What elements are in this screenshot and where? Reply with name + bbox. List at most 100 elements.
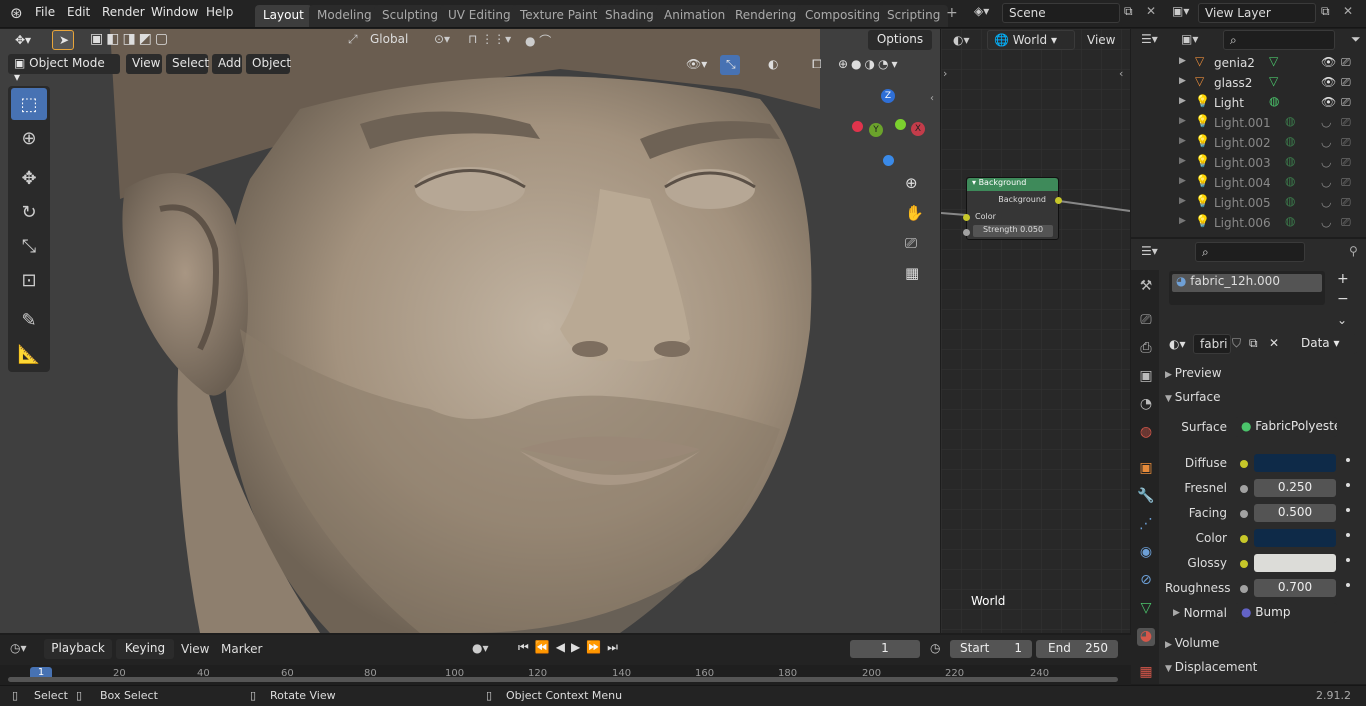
remove-slot-button[interactable]: − <box>1337 291 1349 307</box>
physics-tab-icon[interactable]: ◉ <box>1137 544 1155 562</box>
tab-uv-editing[interactable]: UV Editing <box>440 5 519 27</box>
filter-icon[interactable]: ⏷ <box>1351 32 1361 47</box>
outliner-row[interactable]: ▶ 💡 Light.002 ◍ ◡ ⎚ <box>1131 133 1366 153</box>
object-tab-icon[interactable]: ▣ <box>1137 460 1155 478</box>
shading-modes-icon[interactable]: ⊕●◑◔▾ <box>838 57 901 71</box>
display-mode-icon[interactable]: ▣▾ <box>1181 32 1198 46</box>
tab-shading[interactable]: Shading <box>597 5 662 27</box>
editor-type-button[interactable]: ✥▾ <box>6 31 40 51</box>
facing-socket-icon[interactable] <box>1240 510 1248 518</box>
start-frame-field[interactable]: Start 1 <box>950 640 1032 658</box>
menu-select[interactable]: Select <box>166 54 209 74</box>
outliner-row[interactable]: ▶ ▽ glass2 ▽ 👁 ⎚ <box>1131 73 1366 93</box>
outliner[interactable]: ☰▾ ▣▾ ⌕ ⏷ ▶ ▽ genia2 ▽ 👁 ⎚ ▶ ▽ glass2 ▽ … <box>1131 29 1366 237</box>
expand-icon[interactable]: ▶ <box>1179 96 1186 106</box>
background-node-header[interactable]: ▾ Background <box>967 178 1058 191</box>
outliner-type-icon[interactable]: ☰▾ <box>1141 32 1158 46</box>
rotate-tool-icon[interactable]: ↻ <box>11 196 47 228</box>
timeline-view-menu[interactable]: View <box>181 642 209 656</box>
visibility-eye-icon[interactable]: 👁 <box>1321 55 1336 69</box>
tab-layout[interactable]: Layout <box>255 5 312 27</box>
close-view-layer-icon[interactable]: ✕ <box>1343 4 1353 18</box>
timeline-type-icon[interactable]: ◷▾ <box>10 641 27 655</box>
proportional-edit-icon[interactable]: ● ⌒ <box>525 32 551 49</box>
keying-menu[interactable]: Keying <box>116 639 174 659</box>
displacement-panel-header[interactable]: ▼ Displacement <box>1165 660 1361 680</box>
overlays-icon[interactable]: ◐ <box>768 57 778 71</box>
expand-icon[interactable]: ▶ <box>1179 216 1186 226</box>
menu-object[interactable]: Object <box>246 54 291 74</box>
hidden-eye-icon[interactable]: ◡ <box>1321 155 1331 169</box>
normal-input-button[interactable]: ● Bump <box>1235 603 1337 623</box>
node-editor[interactable]: ◐▾ 🌐 World ▾ View › ‹ ▾ Background Backg… <box>941 29 1130 633</box>
render-disabled-icon[interactable]: ⎚ <box>1341 155 1351 170</box>
timeline-scrollbar[interactable] <box>8 677 1118 682</box>
expand-icon[interactable]: ▶ <box>1179 76 1186 86</box>
render-disabled-icon[interactable]: ⎚ <box>1341 115 1351 130</box>
hidden-eye-icon[interactable]: ◡ <box>1321 135 1331 149</box>
axis-neg-y-icon[interactable] <box>895 119 906 130</box>
render-disabled-icon[interactable]: ⎚ <box>1341 215 1351 230</box>
axis-y-icon[interactable]: Y <box>869 123 883 137</box>
outliner-row[interactable]: ▶ 💡 Light.003 ◍ ◡ ⎚ <box>1131 153 1366 173</box>
preview-panel-header[interactable]: ▶ Preview <box>1165 366 1361 386</box>
playback-menu[interactable]: Playback <box>44 639 112 659</box>
render-camera-icon[interactable]: ⎚ <box>1341 55 1351 70</box>
axis-z-icon[interactable]: Z <box>881 89 895 103</box>
record-icon[interactable]: ●▾ <box>472 641 489 655</box>
expand-icon[interactable]: ▶ <box>1179 176 1186 186</box>
axis-neg-x-icon[interactable] <box>852 121 863 132</box>
world-tab-icon[interactable]: ◍ <box>1137 424 1155 442</box>
roughness-socket-icon[interactable] <box>1240 585 1248 593</box>
diffuse-color-swatch[interactable] <box>1254 454 1336 472</box>
end-frame-field[interactable]: End 250 <box>1036 640 1118 658</box>
fresnel-socket-icon[interactable] <box>1240 485 1248 493</box>
key-dot[interactable] <box>1346 508 1350 512</box>
axis-x-icon[interactable]: X <box>911 122 925 136</box>
menu-help[interactable]: Help <box>206 5 233 19</box>
outliner-row[interactable]: ▶ 💡 Light ◍ 👁 ⎚ <box>1131 93 1366 113</box>
duplicate-material-icon[interactable]: ⧉ <box>1249 336 1258 351</box>
material-slot-list[interactable]: ◕ fabric_12h.000 <box>1169 271 1325 305</box>
playback-controls-icon[interactable]: ⏮⏪◀▶⏩⏭ <box>518 640 624 655</box>
pan-hand-icon[interactable]: ✋ <box>905 204 924 222</box>
close-scene-icon[interactable]: ✕ <box>1146 4 1156 18</box>
select-box-tool-icon[interactable]: ⬚ <box>11 88 47 120</box>
slot-specials-button[interactable]: ⌄ <box>1337 313 1347 327</box>
expand-icon[interactable]: ▶ <box>1179 56 1186 66</box>
selection-mode-icons[interactable]: ▣◧◨◩▢ <box>90 31 171 47</box>
strength-field[interactable]: Strength 0.050 <box>973 225 1053 237</box>
expand-icon[interactable]: ▶ <box>1179 116 1186 126</box>
tab-rendering[interactable]: Rendering <box>727 5 805 27</box>
menu-edit[interactable]: Edit <box>67 5 90 19</box>
view-layer-tab-icon[interactable]: ▣ <box>1137 368 1155 386</box>
snap-icon[interactable]: ⊓ ⋮⋮▾ <box>468 32 511 46</box>
render-disabled-icon[interactable]: ⎚ <box>1341 195 1351 210</box>
sidebar-toggle-icon[interactable]: ‹ <box>930 93 934 104</box>
material-tab-icon[interactable]: ◕ <box>1137 628 1155 646</box>
key-dot[interactable] <box>1346 558 1350 562</box>
options-button[interactable]: Options <box>868 30 932 50</box>
blender-logo-icon[interactable]: ⊛ <box>10 4 23 22</box>
outliner-search-input[interactable]: ⌕ <box>1223 30 1335 50</box>
outliner-row[interactable]: ▶ 💡 Light.006 ◍ ◡ ⎚ <box>1131 213 1366 233</box>
browse-material-icon[interactable]: ◐▾ <box>1169 337 1186 351</box>
current-frame-field[interactable]: 1 <box>850 640 920 658</box>
key-dot[interactable] <box>1346 583 1350 587</box>
visibility-eye-icon[interactable]: 👁 <box>1321 95 1336 109</box>
view-layer-icon[interactable]: ▣▾ <box>1172 4 1189 18</box>
add-workspace-icon[interactable]: + <box>946 5 958 21</box>
copy-scene-icon[interactable]: ⧉ <box>1124 4 1133 19</box>
particles-tab-icon[interactable]: ⋰ <box>1137 516 1155 534</box>
node-editor-type-icon[interactable]: ◐▾ <box>953 33 970 47</box>
pin-icon[interactable]: ⚲ <box>1349 244 1358 258</box>
visibility-icon[interactable]: 👁▾ <box>686 57 707 71</box>
surface-shader-button[interactable]: ● FabricPolyeste... <box>1235 417 1337 437</box>
hidden-eye-icon[interactable]: ◡ <box>1321 115 1331 129</box>
expand-icon[interactable]: ▶ <box>1179 196 1186 206</box>
annotate-tool-icon[interactable]: ✎ <box>11 304 47 336</box>
roughness-slider[interactable]: 0.700 <box>1254 579 1336 597</box>
menu-file[interactable]: File <box>35 5 55 19</box>
glossy-color-swatch[interactable] <box>1254 554 1336 572</box>
measure-tool-icon[interactable]: 📐 <box>11 338 47 370</box>
